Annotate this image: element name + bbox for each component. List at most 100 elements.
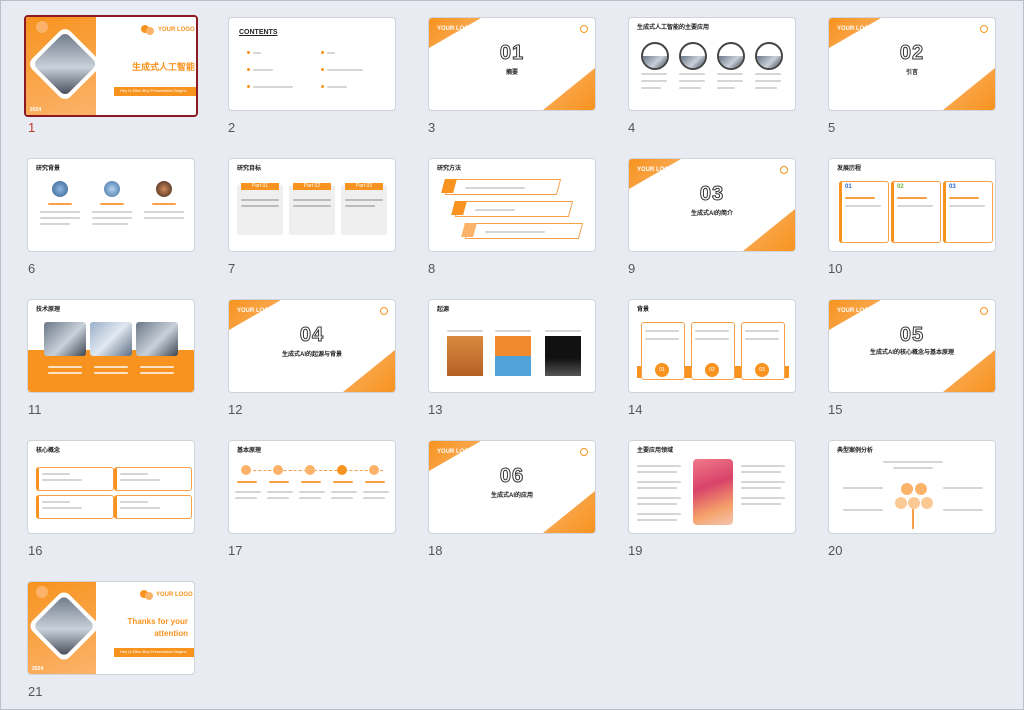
slide-thumbnail-6[interactable]: 研究背景	[27, 158, 195, 252]
decor-shape	[241, 199, 279, 201]
section-title: 生成式AI的简介	[690, 211, 733, 217]
slide-thumbnail-15[interactable]: YOUR LOGO 05 生成式AI的核心概念与基本原理	[828, 299, 996, 393]
decor-shape	[495, 336, 531, 376]
decor-shape	[363, 497, 385, 499]
slide-thumbnail-13[interactable]: 起源	[428, 299, 596, 393]
slide-thumbnail-16[interactable]: 核心概念	[27, 440, 195, 534]
decor-shape	[120, 501, 148, 503]
slide-thumbnail-1[interactable]: YOUR LOGO 生成式人工智能 Hey Is Elton Bey Prese…	[24, 15, 198, 117]
decor-shape	[943, 509, 983, 511]
decor-shape	[90, 322, 132, 356]
decor-shape	[545, 330, 581, 332]
slide-number-4: 4	[628, 120, 636, 135]
decor-shape	[36, 586, 48, 598]
decor-shape	[104, 181, 120, 197]
decor-shape	[241, 465, 251, 475]
slide-thumbnail-5[interactable]: YOUR LOGO 02 引言	[828, 17, 996, 111]
slide-number-20: 20	[828, 543, 843, 558]
decor-shape	[42, 501, 70, 503]
decor-shape	[241, 205, 279, 207]
decor-shape	[695, 330, 729, 332]
decor-shape	[637, 471, 677, 473]
decor-shape	[741, 481, 785, 483]
decor-shape	[253, 52, 261, 54]
slide-title: 研究背景	[32, 163, 60, 172]
decor-shape	[321, 51, 324, 54]
section-title: 生成式AI的应用	[490, 493, 533, 499]
decor-shape	[48, 366, 82, 368]
card-number-1: 01	[845, 184, 852, 190]
decor-shape	[345, 199, 383, 201]
slide-thumbnail-11[interactable]: 技术原理	[27, 299, 195, 393]
decor-shape	[40, 211, 80, 213]
slide-thumbnail-17[interactable]: 基本原理	[228, 440, 396, 534]
slide-thumbnail-3[interactable]: YOUR LOGO 01 摘要	[428, 17, 596, 111]
decor-shape	[145, 592, 153, 600]
decor-shape	[745, 330, 779, 332]
decor-shape	[331, 491, 357, 493]
decor-shape	[48, 203, 72, 205]
slide-thumbnail-18[interactable]: YOUR LOGO 06 生成式AI的应用	[428, 440, 596, 534]
slide-thumbnail-8[interactable]: 研究方法	[428, 158, 596, 252]
slide-number-2: 2	[228, 120, 236, 135]
decor-shape	[897, 205, 933, 207]
slide-title: 研究目标	[233, 163, 261, 172]
decor-shape	[755, 87, 777, 89]
slide-thumbnail-20[interactable]: 典型案例分析	[828, 440, 996, 534]
decor-shape	[253, 69, 273, 71]
decor-shape	[120, 479, 160, 481]
slide-number-15: 15	[828, 402, 843, 417]
slide-number-14: 14	[628, 402, 643, 417]
brand-icon	[380, 307, 388, 315]
year-tag: 2024	[32, 666, 44, 672]
decor-shape	[891, 181, 941, 243]
slide-thumbnail-2[interactable]: CONTENTS	[228, 17, 396, 111]
slide-thumbnail-7[interactable]: 研究目标 Part 01 Part 02 Part 03	[228, 158, 396, 252]
slide-number-12: 12	[228, 402, 243, 417]
decor-shape	[475, 209, 515, 211]
decor-shape	[845, 205, 881, 207]
badge-3: 03	[755, 363, 769, 377]
slide-thumbnail-19[interactable]: 主要应用领域	[628, 440, 796, 534]
slide-number-1: 1	[28, 120, 36, 135]
slide-thumbnail-10[interactable]: 发展历程 01 02 03	[828, 158, 996, 252]
slide-thumbnail-4[interactable]: 生成式人工智能的主要应用	[628, 17, 796, 111]
slide-thumbnail-21[interactable]: YOUR LOGO Thanks for your attention Hey …	[27, 581, 195, 675]
decor-shape	[693, 459, 733, 525]
decor-shape	[327, 86, 347, 88]
decor-shape	[447, 330, 483, 332]
decor-shape	[757, 56, 781, 68]
decor-shape	[235, 491, 261, 493]
decor-shape	[641, 80, 667, 82]
decor-shape	[717, 87, 735, 89]
decor-shape	[745, 338, 779, 340]
decor-shape	[843, 509, 883, 511]
decor-shape	[94, 372, 128, 374]
decor-shape	[52, 181, 68, 197]
decor-shape	[100, 203, 124, 205]
decor-shape	[152, 203, 176, 205]
section-title: 生成式AI的核心概念与基本原理	[869, 350, 954, 356]
brand-icon	[780, 166, 788, 174]
section-number: 06	[499, 465, 525, 488]
decor-shape	[253, 86, 293, 88]
decor-shape	[897, 197, 927, 199]
decor-shape	[943, 487, 983, 489]
slide-thumbnail-9[interactable]: YOUR LOGO 03 生成式AI的简介	[628, 158, 796, 252]
decor-shape	[144, 217, 184, 219]
slide-number-18: 18	[428, 543, 443, 558]
decor-shape	[120, 507, 160, 509]
decor-shape	[901, 483, 913, 495]
decor-shape	[741, 497, 785, 499]
decor-shape	[140, 366, 174, 368]
slide-thumbnail-12[interactable]: YOUR LOGO 04 生成式AI的起源与背景	[228, 299, 396, 393]
decor-shape	[741, 503, 781, 505]
decor-shape	[465, 187, 525, 189]
decor-shape	[545, 336, 581, 376]
decor-shape	[267, 491, 293, 493]
slide-title: 基本原理	[233, 445, 261, 454]
decor-shape	[235, 497, 257, 499]
decor-shape	[273, 465, 283, 475]
slide-thumbnail-14[interactable]: 背景 01 02 03	[628, 299, 796, 393]
decor-shape	[94, 366, 128, 368]
